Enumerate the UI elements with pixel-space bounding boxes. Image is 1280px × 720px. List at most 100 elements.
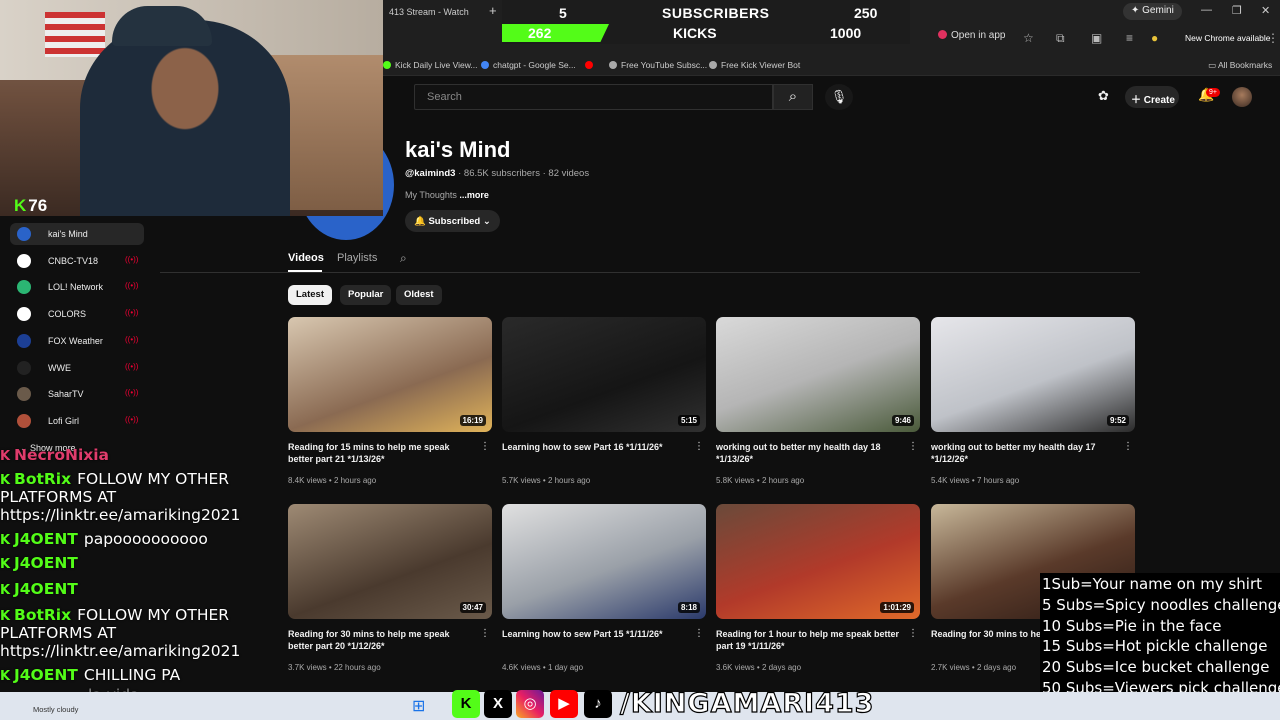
sidebar-item[interactable]: Lofi Girl ((•))	[10, 410, 144, 432]
reading-list-icon[interactable]: ≡	[1126, 31, 1133, 45]
chip-oldest[interactable]: Oldest	[396, 285, 442, 305]
video-thumbnail[interactable]: 8:18	[502, 504, 706, 619]
sidebar-item[interactable]: LOL! Network ((•))	[10, 276, 144, 298]
extensions-icon[interactable]: ⧉	[1056, 31, 1065, 46]
create-button[interactable]: ＋ Create	[1125, 86, 1179, 108]
menu-icon[interactable]: ⋮	[1267, 31, 1279, 45]
tab-divider	[160, 272, 1140, 273]
more-options-icon[interactable]: ⋮	[908, 441, 918, 452]
video-card[interactable]: 8:18 Learning how to sew Part 15 *1/11/26…	[502, 504, 706, 680]
more-options-icon[interactable]: ⋮	[908, 628, 918, 639]
new-chrome-button[interactable]: New Chrome available	[1181, 31, 1275, 47]
video-views: 5.7K views	[502, 476, 541, 485]
chat-message: K J4OENT	[0, 580, 84, 598]
all-bookmarks-label: All Bookmarks	[1217, 60, 1273, 70]
sidebar-item[interactable]: COLORS ((•))	[10, 303, 144, 325]
chat-username: J4OENT	[14, 554, 78, 572]
video-age: 2 days ago	[976, 663, 1017, 672]
x-icon: X	[484, 690, 512, 718]
more-options-icon[interactable]: ⋮	[480, 441, 490, 452]
separator: •	[540, 476, 548, 485]
bookmarks-bar: Kick Daily Live View... chatgpt - Google…	[383, 54, 1280, 76]
video-card[interactable]: 9:46 working out to better my health day …	[716, 317, 920, 493]
browser-tab[interactable]: 413 Stream - Watch	[383, 3, 483, 24]
channel-avatar-icon	[17, 387, 31, 402]
bookmark-yt-subs[interactable]: Free YouTube Subsc...	[609, 60, 707, 70]
video-duration: 30:47	[459, 602, 486, 613]
viewer-count: K 76	[14, 196, 47, 216]
search-icon[interactable]: ⌕	[773, 84, 813, 110]
chip-latest[interactable]: Latest	[288, 285, 332, 305]
bookmark-chatgpt[interactable]: chatgpt - Google Se...	[481, 60, 576, 70]
more-options-icon[interactable]: ⋮	[1123, 441, 1133, 452]
video-thumbnail[interactable]: 9:52	[931, 317, 1135, 432]
chip-popular[interactable]: Popular	[340, 285, 392, 305]
subscribed-button[interactable]: 🔔 Subscribed ⌄	[405, 210, 500, 232]
video-title[interactable]: Reading for 1 hour to help me speak bett…	[716, 628, 901, 652]
chat-message: K BotRix FOLLOW MY OTHER	[0, 470, 229, 488]
separator: •	[754, 476, 762, 485]
profile-icon[interactable]: ●	[1151, 31, 1158, 45]
weather-widget[interactable]: Mostly cloudy	[33, 705, 78, 714]
bookmark-kick-bot[interactable]: Free Kick Viewer Bot	[709, 60, 800, 70]
gemini-button[interactable]: ✦ Gemini	[1123, 3, 1182, 20]
tab-search-icon[interactable]: ▣	[1091, 31, 1102, 45]
minimize-icon[interactable]: —	[1201, 4, 1212, 16]
star-icon[interactable]: ☆	[1023, 31, 1034, 45]
kick-badge-icon: K	[0, 669, 11, 684]
channel-meta: @kaimind3 · 86.5K subscribers · 82 video…	[405, 168, 590, 179]
sub-goal-item: 15 Subs=Hot pickle challenge	[1042, 637, 1268, 656]
maximize-icon[interactable]: ❐	[1232, 4, 1242, 17]
separator: •	[969, 663, 977, 672]
kick-badge-icon: K	[0, 609, 11, 624]
new-tab-button[interactable]: +	[489, 3, 497, 18]
globe-icon	[709, 61, 717, 69]
video-meta: 2.7K views • 2 days ago	[931, 663, 1016, 672]
bell-icon: 🔔	[414, 216, 429, 227]
more-link[interactable]: ...more	[459, 190, 489, 200]
search-input[interactable]: Search	[414, 84, 773, 110]
video-title[interactable]: working out to better my health day 18 *…	[716, 441, 901, 465]
microphone-icon[interactable]: 🎙	[825, 84, 853, 110]
cast-icon[interactable]: ✿	[1098, 88, 1109, 104]
video-card[interactable]: 9:52 working out to better my health day …	[931, 317, 1135, 493]
video-title[interactable]: working out to better my health day 17 *…	[931, 441, 1116, 465]
sidebar-item[interactable]: WWE ((•))	[10, 357, 144, 379]
chat-message: K J4OENT CHILLING PA	[0, 666, 180, 684]
tab-playlists[interactable]: Playlists	[337, 252, 377, 264]
sidebar-item[interactable]: SaharTV ((•))	[10, 383, 144, 405]
close-icon[interactable]: ✕	[1261, 4, 1270, 17]
subscriber-count: 86.5K subscribers	[463, 168, 540, 179]
kicks-count: 262	[528, 25, 552, 41]
video-title[interactable]: Learning how to sew Part 15 *1/11/26*	[502, 628, 687, 640]
video-title[interactable]: Learning how to sew Part 16 *1/11/26*	[502, 441, 687, 453]
bookmark-kick[interactable]: Kick Daily Live View...	[383, 60, 478, 70]
video-thumbnail[interactable]: 5:15	[502, 317, 706, 432]
channel-handle: @kaimind3	[405, 168, 456, 179]
avatar[interactable]	[1232, 87, 1252, 107]
video-card[interactable]: 1:01:29 Reading for 1 hour to help me spe…	[716, 504, 920, 680]
tab-videos[interactable]: Videos	[288, 252, 324, 264]
channel-search-icon[interactable]: ⌕	[400, 251, 407, 266]
chat-text: https://linktr.ee/amariking2021	[0, 642, 241, 660]
video-card[interactable]: 5:15 Learning how to sew Part 16 *1/11/26…	[502, 317, 706, 493]
channel-avatar-icon	[17, 333, 31, 348]
more-options-icon[interactable]: ⋮	[694, 628, 704, 639]
sidebar-item[interactable]: CNBC-TV18 ((•))	[10, 250, 144, 272]
more-options-icon[interactable]: ⋮	[694, 441, 704, 452]
bookmark-youtube[interactable]	[585, 60, 597, 70]
open-in-app-button[interactable]: Open in app	[938, 30, 1006, 41]
all-bookmarks[interactable]: ▭ All Bookmarks	[1208, 60, 1272, 71]
windows-start-icon[interactable]: ⊞	[412, 696, 425, 716]
more-options-icon[interactable]: ⋮	[480, 628, 490, 639]
sidebar-item[interactable]: FOX Weather ((•))	[10, 330, 144, 352]
channel-description[interactable]: My Thoughts ...more	[405, 190, 489, 200]
live-icon: ((•))	[125, 281, 139, 291]
video-thumbnail[interactable]: 9:46	[716, 317, 920, 432]
subs-goal: 250	[854, 5, 878, 21]
video-thumbnail[interactable]: 1:01:29	[716, 504, 920, 619]
sidebar-item[interactable]: kai's Mind	[10, 223, 144, 245]
chat-text: https://linktr.ee/amariking2021	[0, 506, 241, 524]
video-thumbnail[interactable]: 16:19	[288, 317, 492, 432]
sidebar-item-label: COLORS	[48, 309, 87, 320]
